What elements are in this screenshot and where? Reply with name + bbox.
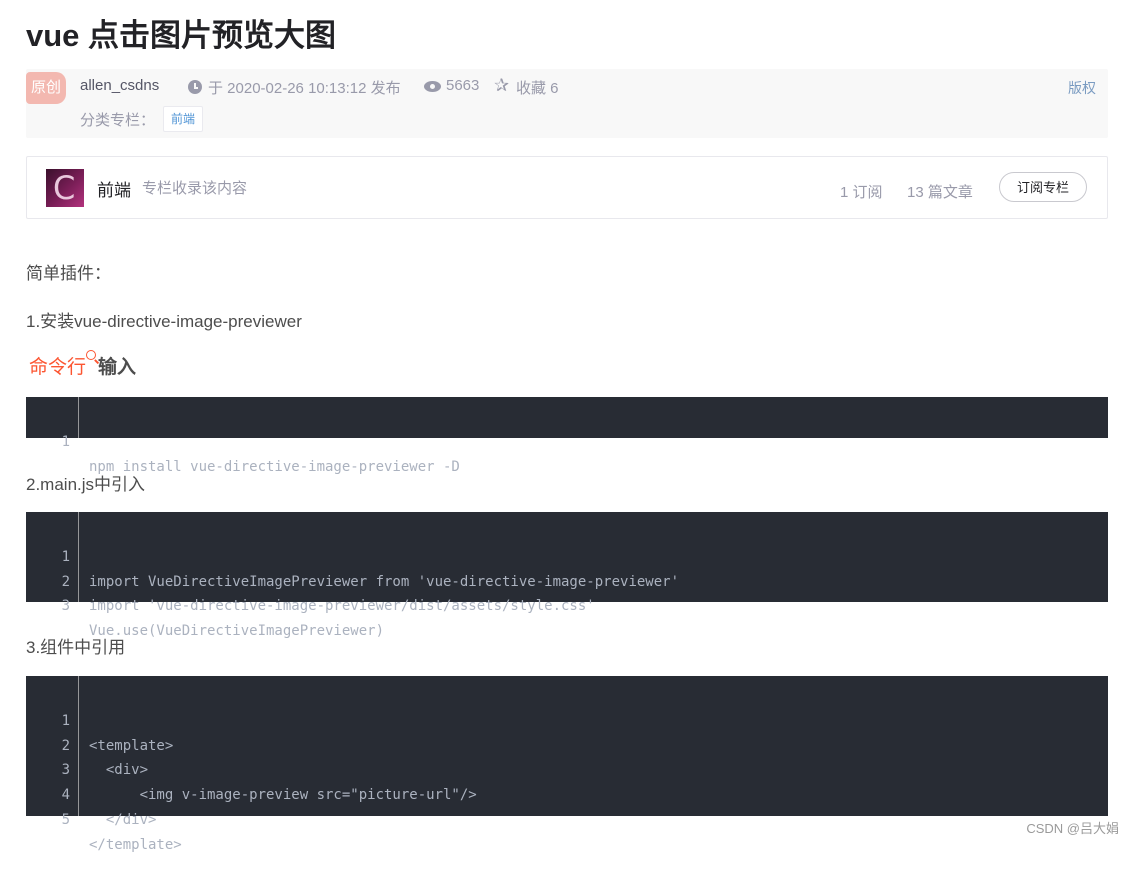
command-heading: 命令行 输入: [29, 350, 137, 379]
command-suffix: 输入: [98, 357, 137, 378]
search-icon: [86, 350, 98, 364]
eye-icon: [424, 81, 441, 92]
step1-text: 1.安装vue-directive-image-previewer: [26, 312, 302, 331]
code-block-main-js: 1 import VueDirectiveImagePreviewer from…: [26, 512, 1108, 639]
code-text: Vue.use(VueDirectiveImagePreviewer): [89, 623, 385, 640]
code-line: 5 </template>: [26, 783, 1108, 853]
line-number: 5: [61, 811, 70, 828]
code-text: </template>: [89, 836, 182, 853]
line-number: 1: [61, 433, 70, 450]
column-article-count: 13 篇文章: [907, 184, 973, 201]
column-card: 前端 专栏收录该内容 1 订阅 13 篇文章 订阅专栏: [26, 156, 1108, 219]
watermark: CSDN @吕大娟: [1026, 821, 1119, 836]
step2-text: 2.main.js中引入: [26, 475, 146, 494]
column-subscribers: 1 订阅: [840, 184, 883, 201]
code-block-install: 1 npm install vue-directive-image-previe…: [26, 397, 1108, 475]
article-meta-bar: 原创 allen_csdns 于 2020-02-26 10:13:12 发布 …: [26, 69, 1108, 138]
gutter-separator: [78, 676, 79, 816]
collect-star-icon[interactable]: ✰: [494, 75, 509, 95]
command-line-link-text: 命令行: [29, 357, 87, 378]
category-label: 分类专栏：: [80, 112, 156, 129]
intro-text: 简单插件：: [26, 264, 111, 283]
gutter-separator: [78, 512, 79, 602]
column-name[interactable]: 前端: [97, 176, 131, 201]
view-count: 5663: [446, 77, 480, 94]
code-text: </div>: [89, 811, 157, 828]
code-text: import 'vue-directive-image-previewer/di…: [89, 598, 595, 615]
command-line-link[interactable]: 命令行: [29, 350, 98, 378]
copyright-link[interactable]: 版权: [1068, 78, 1096, 98]
gutter-separator: [78, 397, 79, 438]
original-badge: 原创: [26, 72, 66, 104]
code-line: 3 <img v-image-preview src="picture-url"…: [26, 734, 1108, 803]
code-line: 2 <div>: [26, 709, 1108, 779]
code-block-component: 1 <template> 2 <div> 3 <img v-image-prev…: [26, 676, 1108, 853]
step3-text: 3.组件中引用: [26, 638, 126, 657]
column-desc: 专栏收录该内容: [142, 180, 248, 197]
code-line: 3 Vue.use(VueDirectiveImagePreviewer): [26, 570, 1108, 639]
code-line: 2 import 'vue-directive-image-previewer/…: [26, 545, 1108, 615]
publish-time: 于 2020-02-26 10:13:12 发布: [208, 80, 401, 97]
code-line: 4 </div>: [26, 758, 1108, 828]
code-line: 1 import VueDirectiveImagePreviewer from…: [26, 520, 1108, 590]
category-tag[interactable]: 前端: [163, 106, 204, 132]
collect-button[interactable]: 收藏 6: [516, 77, 559, 98]
column-avatar[interactable]: [46, 169, 84, 207]
author-link[interactable]: allen_csdns: [80, 77, 159, 94]
article-title: vue 点击图片预览大图: [26, 18, 337, 53]
line-number: 3: [61, 598, 70, 615]
code-line: 1 <template>: [26, 684, 1108, 754]
code-line: 1 npm install vue-directive-image-previe…: [26, 405, 1108, 475]
clock-icon: [188, 80, 202, 94]
subscribe-column-button[interactable]: 订阅专栏: [999, 172, 1087, 202]
